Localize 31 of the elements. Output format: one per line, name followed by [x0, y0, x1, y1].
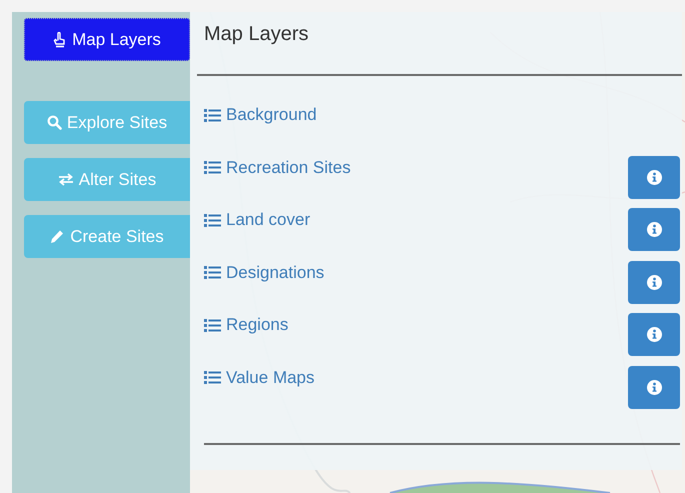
info-button[interactable]: [628, 313, 680, 356]
info-icon: [646, 327, 662, 342]
list-icon: [204, 371, 221, 384]
info-icon: [646, 170, 662, 184]
layer-link[interactable]: Background: [204, 103, 317, 127]
swap-arrows-icon: [58, 173, 74, 186]
info-icon: [646, 274, 662, 290]
sidebar-button[interactable]: Create Sites: [24, 215, 190, 258]
list-icon: [204, 108, 221, 122]
list-icon: [204, 318, 221, 332]
layer-link[interactable]: Recreation Sites: [204, 156, 351, 180]
sidebar-button[interactable]: Alter Sites: [24, 158, 190, 201]
layer-link[interactable]: Land cover: [204, 208, 310, 232]
sidebar-button[interactable]: Explore Sites: [24, 101, 190, 144]
list-icon: [204, 161, 221, 174]
sidebar-button[interactable]: Map Layers: [24, 18, 190, 61]
pencil-icon: [50, 229, 66, 244]
info-button[interactable]: [628, 208, 680, 251]
hand-pointer-icon: [53, 32, 68, 48]
info-icon: [646, 222, 662, 237]
layer-link[interactable]: Regions: [204, 313, 288, 337]
info-icon: [646, 380, 662, 394]
info-button[interactable]: [628, 366, 680, 408]
list-icon: [204, 266, 221, 279]
layer-link[interactable]: Designations: [204, 260, 324, 284]
search-icon: [46, 115, 62, 130]
layer-link[interactable]: Value Maps: [204, 366, 315, 390]
info-button[interactable]: [628, 260, 680, 304]
panel-title: Map Layers: [204, 22, 308, 46]
list-icon: [204, 214, 221, 226]
info-button[interactable]: [628, 156, 680, 198]
